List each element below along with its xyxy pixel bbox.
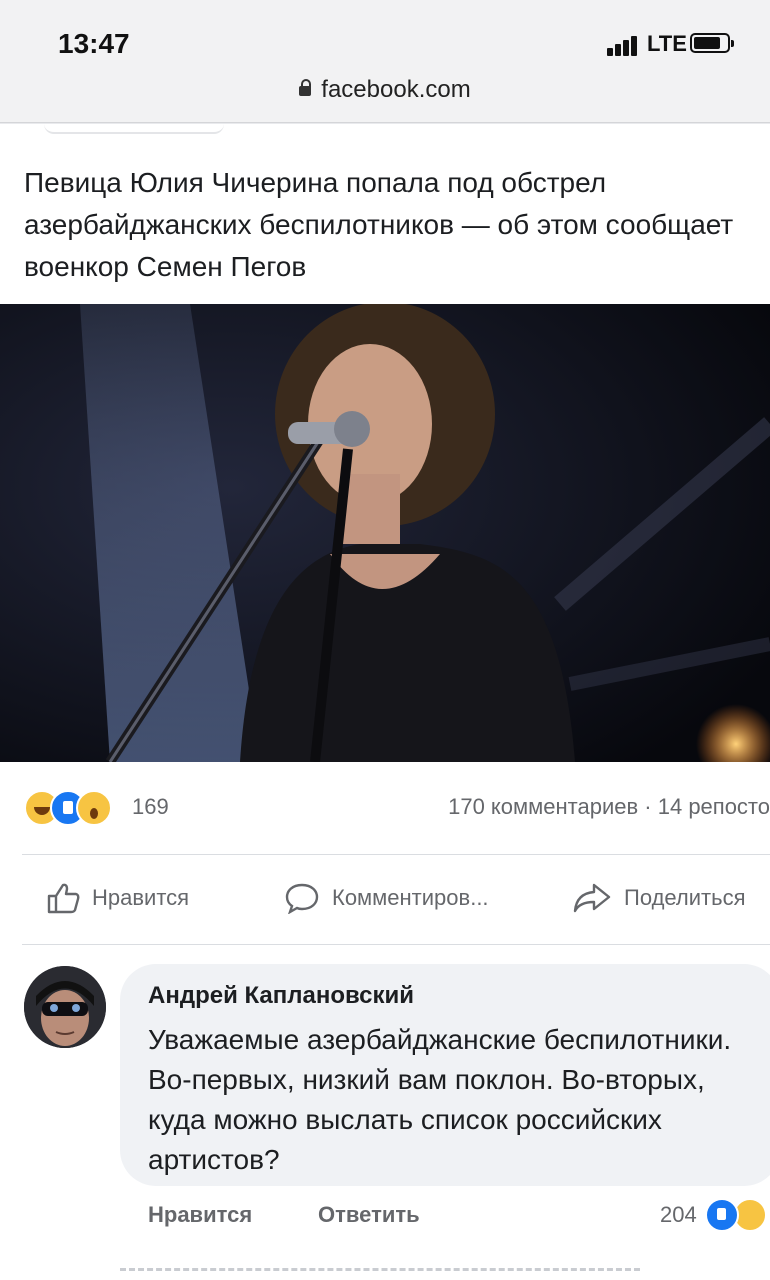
signal-icon — [607, 34, 645, 56]
url-text: facebook.com — [321, 76, 471, 103]
comment-like-button[interactable]: Нравится — [148, 1202, 252, 1228]
post-photo[interactable] — [0, 304, 770, 762]
comment-bubble: Андрей Каплановский Уважаемые азербайджа… — [120, 964, 770, 1186]
comment-reply-button[interactable]: Ответить — [318, 1202, 420, 1228]
card-edge — [44, 124, 224, 134]
share-label: Поделиться — [624, 885, 746, 910]
comment-text: Уважаемые азербайджанские беспилотники. … — [148, 1024, 732, 1175]
ios-status-bar: 13:47 LTE facebook.com — [0, 0, 770, 123]
comment-author[interactable]: Андрей Каплановский — [148, 982, 414, 1010]
reaction-count: 169 — [132, 794, 169, 819]
like-reaction-icon — [704, 1198, 739, 1232]
post-card: Певица Юлия Чичерина попала под обстрел … — [0, 124, 770, 1280]
address-bar[interactable]: facebook.com — [0, 76, 770, 104]
lock-icon — [299, 79, 312, 96]
post-text: Певица Юлия Чичерина попала под обстрел … — [24, 167, 734, 282]
comment-reaction-count: 204 — [660, 1202, 697, 1227]
comments-shares-count[interactable]: 170 комментариев · 14 репосто — [448, 794, 770, 820]
comment-reactions[interactable]: 204 — [660, 1198, 767, 1232]
share-button[interactable]: Поделиться — [572, 882, 745, 914]
network-label: LTE — [647, 31, 687, 56]
divider — [22, 854, 770, 855]
thumbs-up-icon — [47, 883, 80, 914]
like-label: Нравится — [92, 885, 190, 910]
comment-label: Комментиров... — [332, 885, 489, 910]
like-button[interactable]: Нравится — [46, 882, 189, 914]
comment-button[interactable]: Комментиров... — [284, 882, 489, 914]
divider — [22, 944, 770, 945]
share-icon — [573, 883, 611, 913]
cut-off-content — [120, 1268, 640, 1277]
comment-icon — [285, 883, 319, 914]
avatar[interactable] — [24, 966, 106, 1048]
wow-reaction-icon — [76, 790, 112, 826]
battery-icon — [690, 33, 734, 53]
clock: 13:47 — [58, 28, 130, 59]
